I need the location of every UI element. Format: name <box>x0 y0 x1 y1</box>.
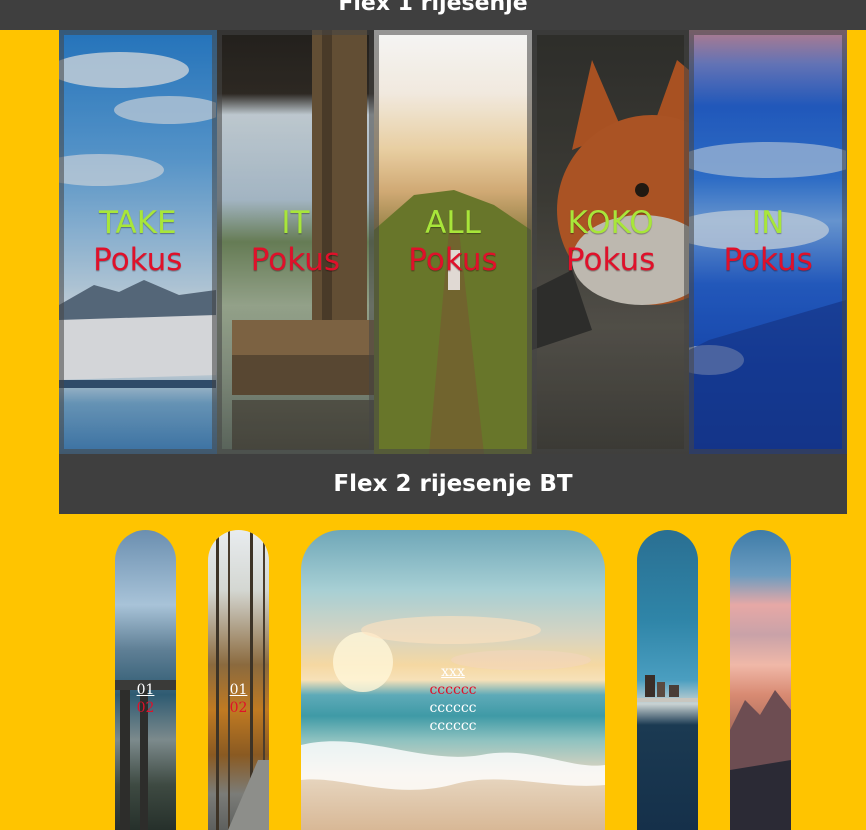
card-image-forest <box>216 530 269 830</box>
card-caption: xxx cccccc cccccc cccccc <box>301 663 605 735</box>
card-line2: 02 <box>229 700 248 716</box>
card-line: cccccc <box>429 682 477 698</box>
flex1-title: Flex 1 rijesenje <box>338 0 528 16</box>
card-image-bridge <box>115 680 176 830</box>
card-line: cccccc <box>429 718 477 734</box>
card-title: xxx <box>441 664 465 680</box>
flex2-card-3[interactable]: xxx cccccc cccccc cccccc <box>301 530 605 830</box>
flex2-card-5[interactable] <box>730 530 791 830</box>
panel-word: TAKE <box>98 205 177 241</box>
panel-sub: Pokus <box>250 242 341 278</box>
panel-sub: Pokus <box>408 242 498 278</box>
flex-panel-koko[interactable]: KOKO Pokus <box>531 30 690 454</box>
flex-panel-all[interactable]: ALL Pokus <box>374 30 532 454</box>
flex1-heading: Flex 1 rijesenje <box>0 0 866 30</box>
panel-sub: Pokus <box>93 242 183 278</box>
card-line1: 01 <box>136 682 155 698</box>
flex2-title: Flex 2 rijesenje BT <box>333 471 573 497</box>
panel-word: IT <box>281 205 310 241</box>
flex-panel-take[interactable]: TAKE Pokus <box>59 30 217 454</box>
card-line: cccccc <box>429 700 477 716</box>
card-caption: 01 02 <box>115 681 176 717</box>
panel-word: ALL <box>425 205 481 241</box>
card-line2: 02 <box>136 700 155 716</box>
card-caption: 01 02 <box>208 681 269 717</box>
flex-panel-it[interactable]: IT Pokus <box>216 30 375 454</box>
panel-sub: Pokus <box>723 242 813 278</box>
panel-sub: Pokus <box>565 242 656 278</box>
card-image-mountains <box>730 690 791 830</box>
flex1-container: TAKE Pokus IT Pokus ALL Pokus KOKO Pokus… <box>59 30 847 454</box>
flex2-card-1[interactable]: 01 02 <box>115 530 176 830</box>
flex-panel-in[interactable]: IN Pokus <box>689 30 847 454</box>
flex2-card-4[interactable] <box>637 530 698 830</box>
card-line1: 01 <box>229 682 248 698</box>
flex2-card-2[interactable]: 01 02 <box>208 530 269 830</box>
panel-word: KOKO <box>567 205 654 241</box>
flex2-heading: Flex 2 rijesenje BT <box>59 454 847 514</box>
card-image-harbor <box>637 675 698 702</box>
panel-word: IN <box>752 205 785 241</box>
